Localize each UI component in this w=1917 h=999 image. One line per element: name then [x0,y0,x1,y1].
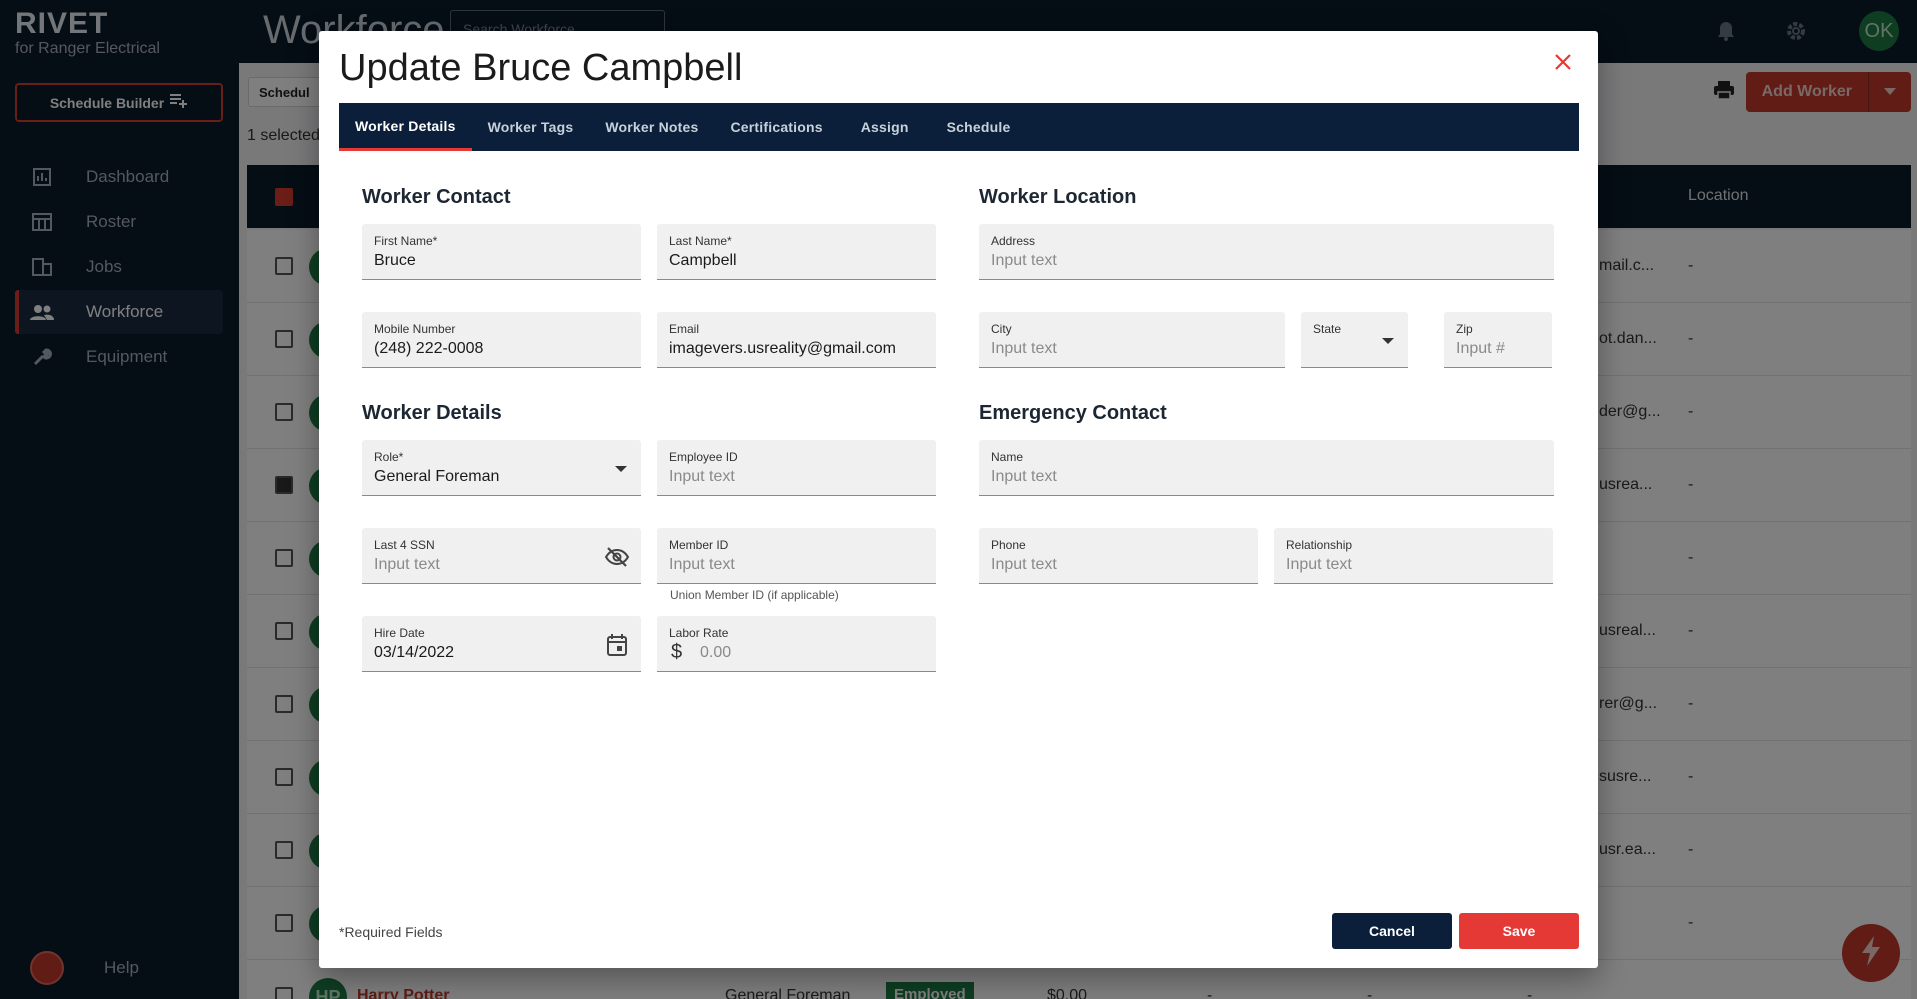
emergency-phone-input[interactable] [991,556,1246,574]
ssn-input[interactable] [374,556,594,574]
field-label: State [1313,322,1342,336]
emergency-name-input[interactable] [991,468,1542,486]
emergency-relationship-field[interactable]: Relationship [1274,528,1553,584]
field-label: City [991,322,1012,336]
member-id-input[interactable] [669,556,924,574]
tab-assign[interactable]: Assign [839,103,931,151]
close-icon[interactable] [1550,49,1576,75]
role-value: General Foreman [374,468,500,485]
address-field[interactable]: Address [979,224,1554,280]
tab-certifications[interactable]: Certifications [714,103,838,151]
tab-worker-tags[interactable]: Worker Tags [472,103,590,151]
mobile-number-input[interactable] [374,340,629,358]
field-label: Mobile Number [374,322,456,336]
dialog-title: Update Bruce Campbell [339,47,743,89]
dropdown-arrow-icon [1382,338,1394,344]
member-id-helper-text: Union Member ID (if applicable) [670,588,839,602]
member-id-field[interactable]: Member ID [657,528,936,584]
calendar-icon[interactable] [605,633,629,657]
employee-id-field[interactable]: Employee ID [657,440,936,496]
employee-id-input[interactable] [669,468,924,486]
dropdown-arrow-icon [615,466,627,472]
mobile-number-field[interactable]: Mobile Number [362,312,641,368]
field-label: Employee ID [669,450,738,464]
section-title-worker-contact: Worker Contact [362,186,511,208]
zip-input[interactable] [1456,340,1540,358]
field-label: Relationship [1286,538,1353,552]
address-input[interactable] [991,252,1542,270]
email-field[interactable]: Email [657,312,936,368]
field-label: Labor Rate [669,626,729,640]
cancel-button[interactable]: Cancel [1332,913,1452,949]
last-name-field[interactable]: Last Name* [657,224,936,280]
section-title-worker-location: Worker Location [979,186,1137,208]
emergency-name-field[interactable]: Name [979,440,1554,496]
field-label: Role* [374,450,404,464]
role-select[interactable]: Role* General Foreman [362,440,641,496]
section-title-emergency-contact: Emergency Contact [979,402,1167,424]
emergency-relationship-input[interactable] [1286,556,1541,574]
section-title-worker-details: Worker Details [362,402,502,424]
field-label: First Name* [374,234,438,248]
city-input[interactable] [991,340,1273,358]
hire-date-input[interactable] [374,644,594,662]
field-label: Address [991,234,1036,248]
labor-rate-field[interactable]: Labor Rate $ [657,616,936,672]
state-select[interactable]: State [1301,312,1408,368]
tab-worker-details[interactable]: Worker Details [339,103,472,151]
field-label: Zip [1456,322,1473,336]
tab-worker-notes[interactable]: Worker Notes [589,103,714,151]
tab-schedule[interactable]: Schedule [931,103,1027,151]
last-name-input[interactable] [669,252,924,270]
emergency-phone-field[interactable]: Phone [979,528,1258,584]
first-name-input[interactable] [374,252,629,270]
field-label: Email [669,322,700,336]
ssn-field[interactable]: Last 4 SSN [362,528,641,584]
first-name-field[interactable]: First Name* [362,224,641,280]
visibility-off-icon[interactable] [605,545,629,569]
field-label: Member ID [669,538,729,552]
update-worker-dialog: Update Bruce Campbell Worker Details Wor… [319,31,1598,968]
field-label: Hire Date [374,626,425,640]
zip-field[interactable]: Zip [1444,312,1552,368]
email-input[interactable] [669,340,924,358]
dollar-icon: $ [671,641,683,663]
city-field[interactable]: City [979,312,1285,368]
labor-rate-input[interactable] [700,644,920,662]
field-label: Last Name* [669,234,732,248]
dialog-tabs: Worker Details Worker Tags Worker Notes … [339,103,1579,151]
hire-date-field[interactable]: Hire Date [362,616,641,672]
required-fields-note: *Required Fields [339,924,443,940]
save-button[interactable]: Save [1459,913,1579,949]
field-label: Phone [991,538,1026,552]
field-label: Name [991,450,1024,464]
field-label: Last 4 SSN [374,538,435,552]
